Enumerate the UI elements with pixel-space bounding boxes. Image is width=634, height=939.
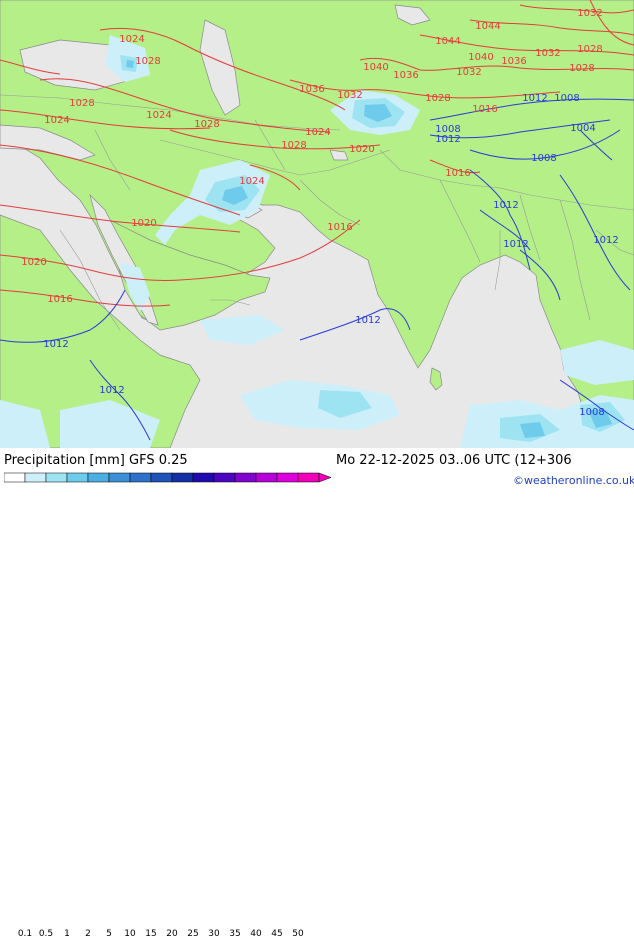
isobar-label: 1008: [531, 153, 556, 164]
isobar-label: 1020: [131, 218, 156, 229]
colorbar-cell: [297, 472, 320, 483]
isobar-label: 1044: [435, 36, 460, 47]
isobar-label: 1028: [135, 56, 160, 67]
isobar-label: 1028: [194, 119, 219, 130]
colorbar-tick-label: 15: [145, 929, 157, 939]
colorbar-tick-label: 25: [187, 929, 199, 939]
colorbar-tick-label: 1: [64, 929, 70, 939]
colorbar-cell: [129, 472, 152, 483]
isobar-label: 1028: [569, 63, 594, 74]
colorbar: [4, 472, 332, 483]
colorbar-cell: [108, 472, 131, 483]
isobar-label: 1020: [21, 257, 46, 268]
isobar-label: 1028: [577, 44, 602, 55]
colorbar-tick-label: 30: [208, 929, 220, 939]
isobar-label: 1036: [393, 70, 418, 81]
colorbar-tick-label: 5: [106, 929, 112, 939]
colorbar-cell: [276, 472, 299, 483]
colorbar-tick-label: 35: [229, 929, 241, 939]
colorbar-tick-label: 45: [271, 929, 283, 939]
colorbar-arrow: [318, 472, 332, 483]
isobar-label: 1008: [579, 407, 604, 418]
copyright[interactable]: ©weatheronline.co.uk: [513, 474, 634, 487]
legend-title: Precipitation [mm] GFS 0.25: [4, 453, 188, 468]
colorbar-cell: [213, 472, 236, 483]
isobar-label: 1012: [435, 134, 460, 145]
isobar-label: 1012: [593, 235, 618, 246]
colorbar-tick-label: 20: [166, 929, 178, 939]
colorbar-tick-label: 0.5: [38, 929, 54, 939]
isobar-label: 1028: [69, 98, 94, 109]
colorbar-tick-label: 50: [292, 929, 304, 939]
colorbar-cell: [150, 472, 173, 483]
isobar-label: 1024: [44, 115, 69, 126]
isobar-label: 1036: [299, 84, 324, 95]
isobar-label: 1012: [355, 315, 380, 326]
isobar-label: 1016: [327, 222, 352, 233]
isobar-label: 1036: [501, 56, 526, 67]
isobar-label: 1044: [475, 21, 500, 32]
legend-datetime: Mo 22-12-2025 03..06 UTC (12+306: [336, 453, 572, 468]
isobar-label: 1040: [468, 52, 493, 63]
colorbar-cell: [234, 472, 257, 483]
isobar-label: 1012: [503, 239, 528, 250]
isobar-label: 1028: [281, 140, 306, 151]
isobar-label: 1012: [493, 200, 518, 211]
isobar-label: 1032: [456, 67, 481, 78]
isobar-label: 1008: [554, 93, 579, 104]
colorbar-cell: [192, 472, 215, 483]
colorbar-cell: [87, 472, 110, 483]
legend: Precipitation [mm] GFS 0.25 Mo 22-12-202…: [0, 448, 634, 939]
colorbar-cell: [24, 472, 47, 483]
isobar-label: 1024: [119, 34, 144, 45]
isobar-label: 1004: [570, 123, 595, 134]
isobar-label: 1032: [577, 8, 602, 19]
isobar-label: 1040: [363, 62, 388, 73]
isobar-label: 1024: [239, 176, 264, 187]
colorbar-cell: [66, 472, 89, 483]
colorbar-cell: [171, 472, 194, 483]
colorbar-tick-label: 10: [124, 929, 136, 939]
colorbar-cell: [255, 472, 278, 483]
isobar-label: 1012: [99, 385, 124, 396]
isobar-label: 1012: [522, 93, 547, 104]
isobar-label: 1028: [425, 93, 450, 104]
colorbar-cell: [4, 472, 26, 483]
colorbar-tick-label: 0.1: [17, 929, 33, 939]
isobar-label: 1024: [146, 110, 171, 121]
colorbar-cell: [45, 472, 68, 483]
isobar-label: 1032: [535, 48, 560, 59]
weather-map: 10321044104410241028 1040 10361032 10281028…: [0, 0, 634, 448]
isobar-label: 1016: [47, 294, 72, 305]
colorbar-tick-label: 2: [85, 929, 91, 939]
isobar-label: 1020: [349, 144, 374, 155]
colorbar-tick-label: 40: [250, 929, 262, 939]
isobar-label: 1032: [337, 90, 362, 101]
isobar-label: 1016: [472, 104, 497, 115]
isobar-label: 1016: [445, 168, 470, 179]
isobar-label: 1012: [43, 339, 68, 350]
isobar-label: 1024: [305, 127, 330, 138]
